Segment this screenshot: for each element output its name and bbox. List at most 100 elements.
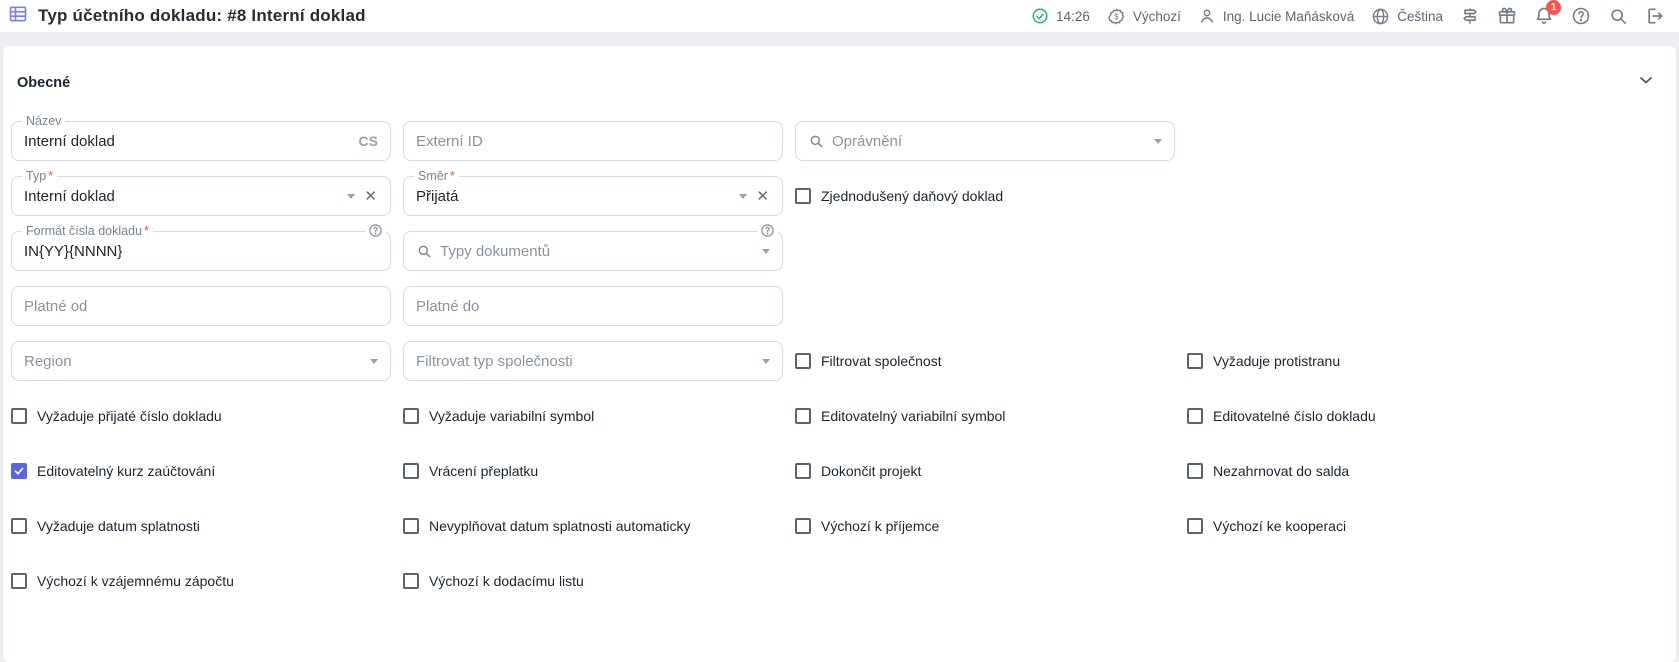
externi-id-input[interactable] — [416, 133, 770, 150]
guide-signpost-icon[interactable] — [1460, 6, 1480, 26]
checkbox-box[interactable] — [403, 463, 419, 479]
collapse-chevron-down-icon[interactable] — [1636, 70, 1656, 95]
checkbox-zjednoduseny-danovy-doklad[interactable]: Zjednodušený daňový doklad — [795, 188, 1175, 204]
checkbox-option[interactable]: Editovatelný variabilní symbol — [795, 408, 1175, 424]
checkbox-box[interactable] — [1187, 353, 1203, 369]
help-icon[interactable] — [1571, 6, 1591, 26]
clear-icon[interactable]: ✕ — [363, 189, 378, 204]
format-input[interactable] — [24, 243, 378, 260]
search-icon[interactable] — [1608, 6, 1628, 26]
chevron-down-icon[interactable] — [370, 359, 378, 364]
nazev-field[interactable]: Název CS — [11, 121, 391, 161]
smer-label: Směr — [418, 169, 448, 183]
checkbox-option[interactable]: Vyžaduje datum splatnosti — [11, 518, 391, 534]
checkbox-box[interactable] — [795, 353, 811, 369]
chevron-down-icon[interactable] — [347, 194, 355, 199]
externi-id-field[interactable] — [403, 121, 783, 161]
opravneni-input[interactable] — [832, 133, 1146, 150]
document-type-form: Název CS Typ * — [3, 95, 1676, 601]
region-field[interactable] — [11, 341, 391, 381]
checkbox-option[interactable]: Vyžaduje variabilní symbol — [403, 408, 783, 424]
chevron-down-icon[interactable] — [739, 194, 747, 199]
smer-field[interactable]: Směr* ✕ — [403, 176, 783, 216]
checkbox-box[interactable] — [795, 408, 811, 424]
checkbox-label: Editovatelný variabilní symbol — [821, 408, 1005, 424]
section-header-obecne[interactable]: Obecné — [3, 46, 1676, 95]
checkbox-label: Vrácení přeplatku — [429, 463, 538, 479]
checkbox-filtrovat-spolecnost[interactable]: Filtrovat společnost — [795, 353, 1175, 369]
checkbox-option[interactable]: Editovatelný kurz zaúčtování — [11, 463, 391, 479]
currency-badge-icon: $ — [1107, 7, 1126, 26]
checkbox-option[interactable]: Výchozí k příjemce — [795, 518, 1175, 534]
chevron-down-icon[interactable] — [1154, 139, 1162, 144]
platne-do-field[interactable] — [403, 286, 783, 326]
clear-icon[interactable]: ✕ — [755, 189, 770, 204]
checkbox-box[interactable] — [11, 408, 27, 424]
checkbox-label: Výchozí k příjemce — [821, 518, 939, 534]
currency-label: Výchozí — [1133, 9, 1181, 24]
typ-label: Typ — [26, 169, 46, 183]
chevron-down-icon[interactable] — [762, 359, 770, 364]
currency-selector[interactable]: $ Výchozí — [1107, 7, 1181, 26]
checkbox-box[interactable] — [1187, 463, 1203, 479]
whats-new-gift-icon[interactable] — [1497, 6, 1517, 26]
platne-od-input[interactable] — [24, 298, 378, 315]
checkbox-label: Dokončit projekt — [821, 463, 921, 479]
typy-dokumentu-input[interactable] — [440, 243, 754, 260]
logout-icon[interactable] — [1645, 6, 1665, 26]
opravneni-field[interactable] — [795, 121, 1175, 161]
language-selector[interactable]: Čeština — [1371, 7, 1443, 26]
checkbox-option[interactable]: Vyžaduje přijaté číslo dokladu — [11, 408, 391, 424]
filtrovat-typ-spolecnosti-field[interactable] — [403, 341, 783, 381]
save-status: 14:26 — [1031, 7, 1090, 25]
required-mark: * — [450, 169, 455, 183]
checkbox-option[interactable]: Výchozí k vzájemnému zápočtu — [11, 573, 391, 589]
chevron-down-icon[interactable] — [762, 249, 770, 254]
checkbox-option[interactable]: Nevyplňovat datum splatnosti automaticky — [403, 518, 783, 534]
help-circle-icon[interactable] — [366, 223, 385, 238]
checkbox-box[interactable] — [403, 408, 419, 424]
region-input[interactable] — [24, 353, 362, 370]
format-label: Formát čísla dokladu — [26, 224, 142, 238]
checkbox-option[interactable]: Dokončit projekt — [795, 463, 1175, 479]
user-menu[interactable]: Ing. Lucie Maňásková — [1198, 7, 1354, 25]
format-cisla-dokladu-field[interactable]: Formát čísla dokladu* — [11, 231, 391, 271]
checkbox-box[interactable] — [11, 518, 27, 534]
typy-dokumentu-field[interactable] — [403, 231, 783, 271]
checkbox-label: Nevyplňovat datum splatnosti automaticky — [429, 518, 690, 534]
typ-field[interactable]: Typ* ✕ — [11, 176, 391, 216]
checkbox-box[interactable] — [1187, 408, 1203, 424]
checkbox-option[interactable]: Vrácení přeplatku — [403, 463, 783, 479]
checkbox-vyzaduje-protistranu[interactable]: Vyžaduje protistranu — [1187, 353, 1567, 369]
saved-check-icon — [1031, 7, 1049, 25]
smer-input[interactable] — [416, 188, 731, 205]
typ-input[interactable] — [24, 188, 339, 205]
checkbox-option[interactable]: Výchozí ke kooperaci — [1187, 518, 1567, 534]
checkbox-box[interactable] — [1187, 518, 1203, 534]
checkbox-label: Filtrovat společnost — [821, 353, 942, 369]
notifications-bell-icon[interactable]: 1 — [1534, 6, 1554, 26]
required-mark: * — [144, 224, 149, 238]
document-type-table-icon — [8, 4, 28, 29]
checkbox-row: Vyžaduje přijaté číslo dokladu Vyžaduje … — [11, 396, 1676, 436]
checkbox-box[interactable] — [403, 573, 419, 589]
checkbox-option[interactable]: Editovatelné číslo dokladu — [1187, 408, 1567, 424]
checkbox-option[interactable]: Nezahrnovat do salda — [1187, 463, 1567, 479]
help-circle-icon[interactable] — [758, 223, 777, 238]
checkbox-option[interactable]: Výchozí k dodacímu listu — [403, 573, 783, 589]
language-suffix[interactable]: CS — [359, 133, 378, 149]
checkbox-box[interactable] — [795, 188, 811, 204]
checkbox-label: Editovatelný kurz zaúčtování — [37, 463, 215, 479]
checkbox-label: Zjednodušený daňový doklad — [821, 188, 1003, 204]
checkbox-box[interactable] — [403, 518, 419, 534]
checkbox-box[interactable] — [795, 518, 811, 534]
nazev-input[interactable] — [24, 133, 351, 150]
platne-od-field[interactable] — [11, 286, 391, 326]
top-bar: Typ účetního dokladu: #8 Interní doklad … — [0, 0, 1679, 32]
checkbox-box[interactable] — [795, 463, 811, 479]
filtrovat-typ-input[interactable] — [416, 353, 754, 370]
user-name: Ing. Lucie Maňásková — [1223, 9, 1354, 24]
checkbox-box[interactable] — [11, 573, 27, 589]
checkbox-box[interactable] — [11, 463, 27, 479]
platne-do-input[interactable] — [416, 298, 770, 315]
